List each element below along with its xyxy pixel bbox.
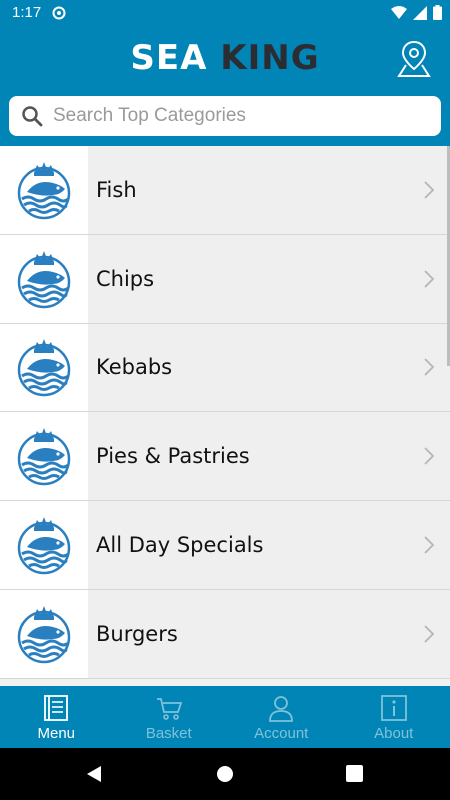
category-body: Fish bbox=[88, 146, 450, 234]
category-label: Fish bbox=[96, 177, 137, 202]
tab-basket-label: Basket bbox=[145, 725, 192, 742]
category-thumbnail bbox=[0, 589, 88, 678]
category-label: Chips bbox=[96, 266, 155, 291]
search-icon bbox=[22, 106, 43, 127]
back-icon[interactable] bbox=[84, 764, 104, 784]
status-time: 1:17 bbox=[12, 4, 42, 21]
category-body: All Day Specials bbox=[88, 501, 450, 589]
search-bar[interactable] bbox=[9, 96, 441, 136]
category-body: Chips bbox=[88, 234, 450, 323]
sea-king-fish-logo-icon bbox=[17, 339, 71, 397]
sea-king-fish-logo-icon bbox=[17, 605, 71, 664]
category-thumbnail bbox=[0, 234, 88, 323]
category-body: Pies & Pastries bbox=[88, 412, 450, 501]
tab-menu-label: Menu bbox=[37, 725, 76, 742]
sea-king-fish-logo-icon bbox=[17, 517, 71, 575]
logo-text-king: KING bbox=[220, 38, 320, 78]
home-icon[interactable] bbox=[215, 764, 235, 784]
category-item[interactable]: Burgers bbox=[0, 589, 450, 679]
category-body: Kebabs bbox=[88, 323, 450, 412]
map-pin-icon[interactable] bbox=[396, 38, 432, 78]
category-label: All Day Specials bbox=[96, 533, 264, 558]
chevron-right-icon bbox=[424, 447, 435, 465]
tab-basket[interactable]: Basket bbox=[113, 686, 226, 748]
category-item[interactable]: Kebabs bbox=[0, 323, 450, 413]
signal-icon bbox=[413, 5, 427, 20]
category-body: Burgers bbox=[88, 589, 450, 678]
basket-icon bbox=[156, 698, 182, 720]
search-input[interactable] bbox=[53, 105, 423, 127]
chevron-right-icon bbox=[424, 625, 435, 643]
category-label: Pies & Pastries bbox=[96, 444, 250, 469]
category-item[interactable]: All Day Specials bbox=[0, 501, 450, 590]
status-bar: 1:17 bbox=[0, 0, 450, 26]
category-item[interactable]: Chips bbox=[0, 234, 450, 324]
chevron-right-icon bbox=[424, 536, 435, 554]
category-list: Fish Chips Kebabs Pies & Pastries All Da… bbox=[0, 146, 450, 686]
bottom-tab-bar: Menu Basket Account About bbox=[0, 686, 450, 748]
category-thumbnail bbox=[0, 501, 88, 589]
tab-about-label: About bbox=[374, 725, 414, 742]
tab-account[interactable]: Account bbox=[225, 686, 338, 748]
tab-account-label: Account bbox=[254, 725, 309, 742]
category-thumbnail bbox=[0, 146, 88, 234]
tab-about[interactable]: About bbox=[338, 686, 450, 748]
sea-king-fish-logo-icon bbox=[17, 250, 71, 308]
tab-menu[interactable]: Menu bbox=[0, 686, 113, 748]
wifi-icon bbox=[391, 5, 407, 19]
logo-text-sea: SEA bbox=[130, 38, 208, 78]
account-icon bbox=[269, 696, 294, 722]
chevron-right-icon bbox=[424, 270, 435, 288]
category-item[interactable]: Pies & Pastries bbox=[0, 412, 450, 502]
category-label: Kebabs bbox=[96, 355, 173, 380]
notification-app-icon bbox=[52, 6, 66, 20]
system-nav-bar bbox=[0, 748, 450, 800]
chevron-right-icon bbox=[424, 358, 435, 377]
sea-king-fish-logo-icon bbox=[17, 161, 71, 220]
status-indicators bbox=[391, 5, 442, 20]
info-icon bbox=[380, 695, 407, 721]
chevron-right-icon bbox=[424, 181, 435, 199]
category-label: Burgers bbox=[96, 621, 178, 646]
menu-list-icon bbox=[44, 695, 69, 721]
category-thumbnail bbox=[0, 323, 88, 412]
category-thumbnail bbox=[0, 412, 88, 501]
category-item[interactable]: Fish bbox=[0, 146, 450, 235]
recents-icon[interactable] bbox=[346, 765, 363, 782]
sea-king-fish-logo-icon bbox=[17, 428, 71, 486]
brand-logo: SEA KING bbox=[0, 38, 450, 78]
battery-icon bbox=[433, 5, 442, 20]
app-header: SEA KING bbox=[0, 26, 450, 146]
